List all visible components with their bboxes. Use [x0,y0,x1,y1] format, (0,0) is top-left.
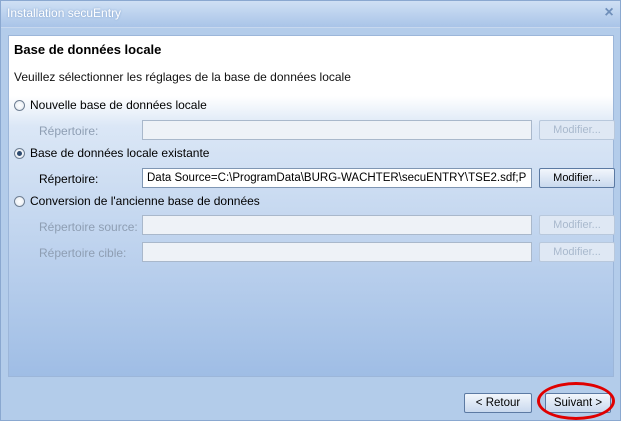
target-directory-field [142,242,532,262]
close-icon[interactable]: × [600,4,618,22]
radio-option-convert-db[interactable]: Conversion de l'ancienne base de données [14,194,260,208]
source-directory-field [142,215,532,235]
modify-button-new: Modifier... [539,120,615,140]
field-label-target-directory: Répertoire cible: [39,246,127,260]
page-title: Base de données locale [14,42,162,57]
installer-window: Installation secuEntry × Base de données… [0,0,621,421]
directory-field-new [142,120,532,140]
radio-button-icon[interactable] [14,147,25,159]
modify-button-existing[interactable]: Modifier... [539,168,615,188]
radio-label: Base de données locale existante [30,146,210,160]
directory-field-existing[interactable]: Data Source=C:\ProgramData\BURG-WACHTER\… [142,168,532,188]
field-label-directory-existing: Répertoire: [39,172,99,186]
modify-button-target: Modifier... [539,242,615,262]
page-description: Veuillez sélectionner les réglages de la… [14,70,351,84]
next-button[interactable]: Suivant > [545,393,611,413]
modify-button-source: Modifier... [539,215,615,235]
radio-button-icon[interactable] [14,195,25,207]
radio-label: Conversion de l'ancienne base de données [30,194,260,208]
radio-button-icon[interactable] [14,99,25,111]
back-button[interactable]: < Retour [464,393,532,413]
radio-option-existing-db[interactable]: Base de données locale existante [14,146,209,160]
title-bar: Installation secuEntry × [1,1,620,28]
window-title: Installation secuEntry [7,6,122,20]
radio-label: Nouvelle base de données locale [30,98,207,112]
radio-option-new-db[interactable]: Nouvelle base de données locale [14,98,207,112]
field-label-directory-new: Répertoire: [39,124,99,138]
field-label-source-directory: Répertoire source: [39,220,138,234]
wizard-page: Base de données locale Veuillez sélectio… [8,35,615,377]
